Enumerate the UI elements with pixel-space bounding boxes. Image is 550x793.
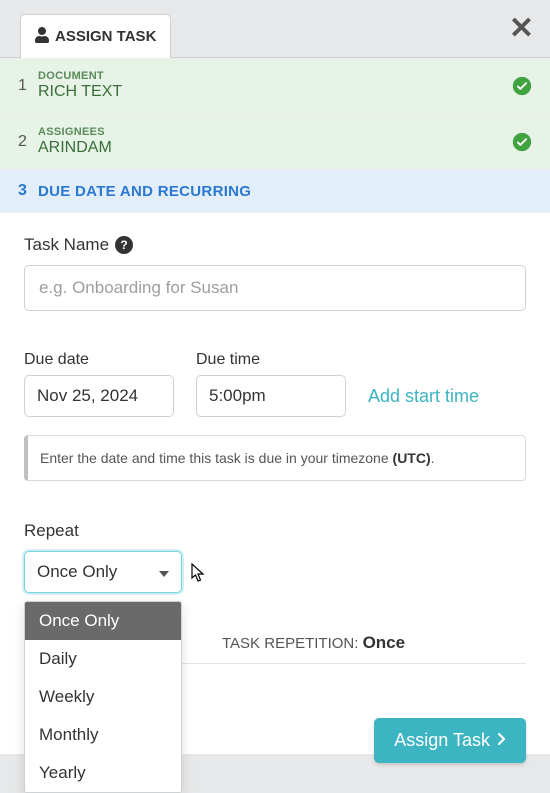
step-due-date[interactable]: 3 DUE DATE AND RECURRING (0, 170, 550, 213)
repeat-option-yearly[interactable]: Yearly (25, 754, 181, 792)
timezone-hint: Enter the date and time this task is due… (24, 435, 526, 481)
step-number: 3 (18, 182, 38, 200)
repeat-option-once-only[interactable]: Once Only (25, 602, 181, 640)
repeat-option-daily[interactable]: Daily (25, 640, 181, 678)
due-time-input[interactable] (196, 375, 346, 417)
step-main-label: RICH TEXT (38, 83, 532, 101)
step-sup-label: DOCUMENT (38, 70, 532, 82)
chevron-right-icon (498, 732, 506, 749)
tab-assign-task[interactable]: ASSIGN TASK (20, 14, 171, 58)
repeat-label: Repeat (24, 521, 526, 541)
tab-label: ASSIGN TASK (55, 28, 156, 45)
tab-bar: ASSIGN TASK (0, 0, 550, 58)
check-circle-icon (512, 76, 532, 96)
add-start-time-link[interactable]: Add start time (368, 386, 479, 406)
step-sup-label: ASSIGNEES (38, 126, 532, 138)
step-main-label: DUE DATE AND RECURRING (38, 183, 532, 200)
help-icon[interactable]: ? (115, 236, 133, 254)
repeat-option-monthly[interactable]: Monthly (25, 716, 181, 754)
repeat-select-value: Once Only (37, 562, 117, 581)
check-circle-icon (512, 132, 532, 152)
step-main-label: ARINDAM (38, 139, 532, 157)
repeat-dropdown: Once Only Daily Weekly Monthly Yearly (24, 601, 182, 793)
repeat-option-weekly[interactable]: Weekly (25, 678, 181, 716)
step-number: 2 (18, 133, 38, 151)
assign-task-button[interactable]: Assign Task (374, 718, 526, 763)
chevron-down-icon (159, 562, 169, 582)
task-name-input[interactable] (24, 265, 526, 311)
due-time-label: Due time (196, 351, 346, 369)
cursor-icon (191, 563, 207, 588)
repeat-select[interactable]: Once Only (24, 551, 182, 593)
due-date-label: Due date (24, 351, 174, 369)
content-panel: Task Name ? Due date Due time Add start … (0, 213, 550, 754)
task-name-label: Task Name ? (24, 235, 526, 255)
assign-task-label: Assign Task (394, 730, 490, 751)
task-repetition-summary: TASK REPETITION: Once (222, 633, 405, 653)
user-icon (35, 27, 49, 47)
step-assignees[interactable]: 2 ASSIGNEES ARINDAM (0, 114, 550, 170)
step-document[interactable]: 1 DOCUMENT RICH TEXT (0, 58, 550, 114)
close-icon[interactable]: ✕ (509, 14, 534, 44)
due-date-input[interactable] (24, 375, 174, 417)
step-number: 1 (18, 77, 38, 95)
